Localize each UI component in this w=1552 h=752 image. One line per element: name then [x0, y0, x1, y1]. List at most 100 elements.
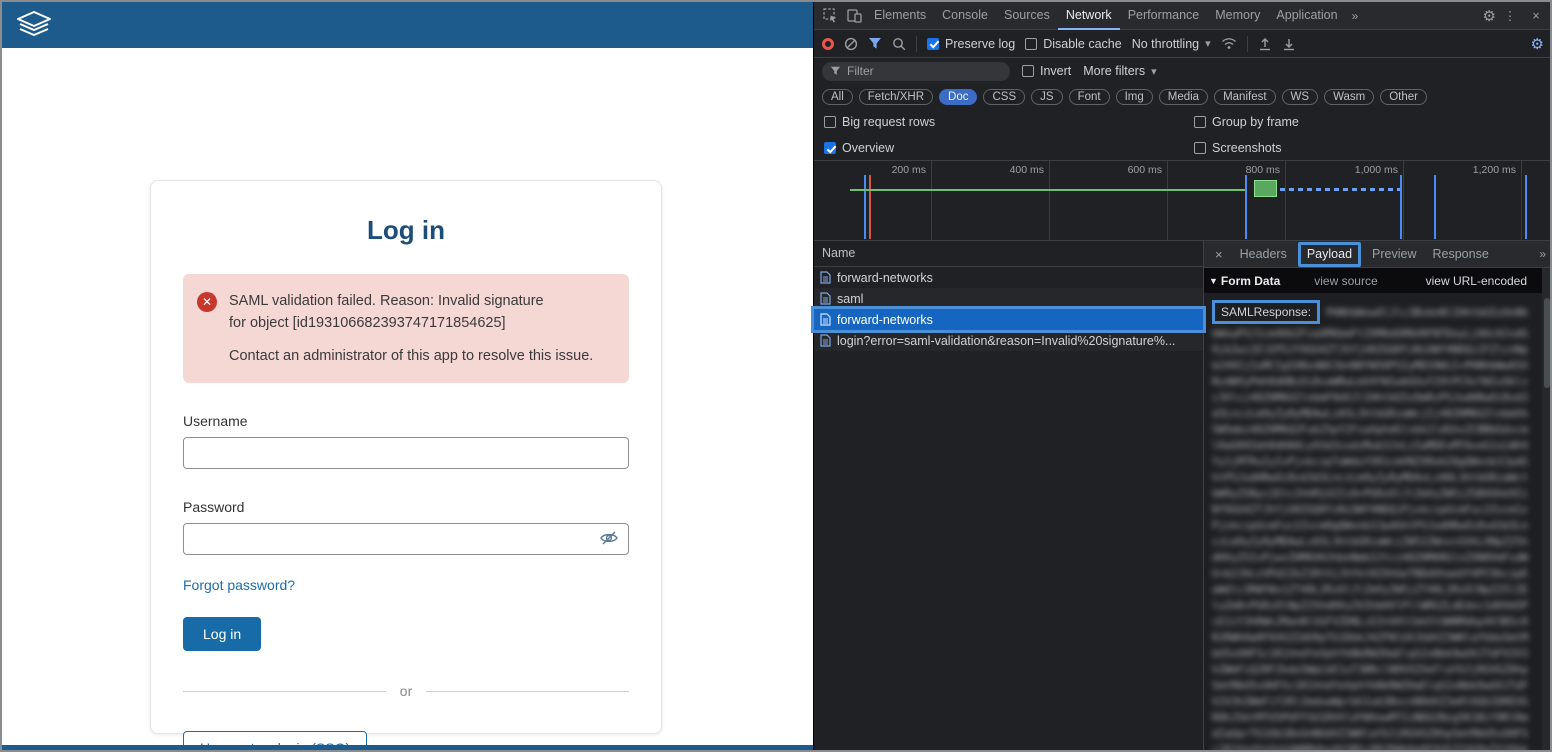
request-row-selected[interactable]: forward-networks: [811, 306, 1206, 333]
saml-response-key: SAMLResponse:: [1212, 300, 1321, 324]
details-scrollbar[interactable]: [1542, 268, 1550, 750]
throttling-value: No throttling: [1131, 36, 1200, 51]
tab-application[interactable]: Application: [1268, 2, 1345, 30]
preserve-log-checkbox[interactable]: [927, 37, 939, 50]
name-column-header[interactable]: Name: [814, 241, 1203, 267]
network-settings-gear-icon[interactable]: ⚙: [1531, 35, 1544, 53]
filter-input[interactable]: [847, 64, 1002, 78]
settings-gear-icon[interactable]: ⚙: [1483, 7, 1496, 25]
chip-wasm[interactable]: Wasm: [1324, 88, 1375, 105]
devtools-panel: Elements Console Sources Network Perform…: [811, 2, 1550, 750]
filter-icon[interactable]: [868, 37, 882, 50]
request-name: saml: [837, 291, 864, 306]
details-tabbar: × Headers Payload Preview Response »: [1204, 241, 1550, 268]
error-icon: ✕: [197, 292, 217, 312]
toolbar-divider: [916, 35, 917, 52]
triangle-expanded-icon[interactable]: ▼: [1206, 276, 1221, 286]
details-tab-headers[interactable]: Headers: [1232, 241, 1295, 268]
preserve-log-label: Preserve log: [945, 36, 1016, 51]
toggle-password-visibility-icon[interactable]: [599, 529, 619, 547]
view-source-link[interactable]: view source: [1314, 274, 1377, 288]
chip-ws[interactable]: WS: [1281, 88, 1319, 105]
details-tab-payload[interactable]: Payload: [1297, 241, 1362, 267]
chevron-down-icon: ▾: [1151, 65, 1157, 78]
forgot-password-link[interactable]: Forgot password?: [183, 577, 295, 593]
record-network-log-icon[interactable]: [822, 37, 834, 50]
forward-networks-logo: [17, 11, 51, 36]
document-icon: [820, 334, 831, 347]
request-row[interactable]: forward-networks: [814, 267, 1203, 288]
timeline-dcl-marker: [864, 175, 866, 239]
search-icon[interactable]: [892, 37, 906, 51]
chip-font[interactable]: Font: [1068, 88, 1110, 105]
view-url-encoded-link[interactable]: view URL-encoded: [1426, 274, 1527, 288]
chevron-down-icon: ▾: [1205, 38, 1211, 50]
network-overview-timeline[interactable]: 200 ms 400 ms 600 ms 800 ms 1,000 ms 1,2…: [814, 161, 1550, 241]
disable-cache-checkbox[interactable]: [1025, 37, 1038, 50]
chip-doc[interactable]: Doc: [939, 88, 978, 105]
tab-memory[interactable]: Memory: [1207, 2, 1268, 30]
requests-list: forward-networks saml forward-networks l…: [811, 267, 1206, 351]
tab-sources[interactable]: Sources: [996, 2, 1058, 30]
disable-cache-label: Disable cache: [1043, 36, 1122, 51]
import-har-icon[interactable]: [1258, 37, 1272, 51]
options-row-1: Big request rows Group by frame: [814, 109, 1550, 135]
devtools-tabbar: Elements Console Sources Network Perform…: [814, 2, 1550, 30]
saml-response-value-blurred: PHNhbWxwOlJlc3BvbnNlIHhtbG5zOnNhbWxwPSJ1…: [1212, 307, 1529, 750]
timeline-tick: 200 ms: [814, 161, 932, 240]
chip-all[interactable]: All: [822, 88, 853, 105]
request-row[interactable]: saml: [814, 288, 1203, 309]
chip-img[interactable]: Img: [1115, 88, 1153, 105]
details-tab-response[interactable]: Response: [1425, 241, 1497, 268]
details-tab-preview[interactable]: Preview: [1364, 241, 1424, 268]
tab-console[interactable]: Console: [934, 2, 996, 30]
chip-css[interactable]: CSS: [983, 88, 1026, 105]
timeline-tick: 600 ms: [1050, 161, 1168, 240]
tab-performance[interactable]: Performance: [1120, 2, 1208, 30]
tab-elements[interactable]: Elements: [866, 2, 934, 30]
toolbar-divider: [1246, 35, 1248, 52]
invert-label: Invert: [1040, 64, 1072, 78]
network-conditions-icon[interactable]: [1221, 37, 1237, 50]
login-page: Log in ✕ SAML validation failed. Reason:…: [2, 2, 813, 750]
chip-fetch-xhr[interactable]: Fetch/XHR: [858, 88, 934, 105]
overview-checkbox[interactable]: [824, 142, 836, 154]
login-button[interactable]: Log in: [183, 617, 262, 652]
chip-other[interactable]: Other: [1380, 88, 1427, 105]
more-details-tabs-icon[interactable]: »: [1533, 247, 1550, 261]
timeline-tick: 400 ms: [932, 161, 1050, 240]
close-devtools-icon[interactable]: ×: [1524, 4, 1548, 28]
overview-label: Overview: [842, 141, 895, 155]
chip-manifest[interactable]: Manifest: [1214, 88, 1276, 105]
form-data-title: Form Data: [1220, 273, 1281, 288]
export-har-icon[interactable]: [1282, 37, 1296, 51]
invert-checkbox[interactable]: [1022, 65, 1034, 77]
or-text: or: [399, 683, 413, 700]
error-message: SAML validation failed. Reason: Invalid …: [229, 290, 593, 367]
big-request-rows-checkbox[interactable]: [824, 116, 836, 128]
more-filters-dropdown[interactable]: More filters ▾: [1083, 64, 1156, 78]
filter-row: Invert More filters ▾: [814, 58, 1550, 84]
timeline-event-line: [1525, 175, 1527, 239]
device-toolbar-icon[interactable]: [842, 4, 866, 28]
clear-network-log-icon[interactable]: [844, 37, 858, 51]
error-alert: ✕ SAML validation failed. Reason: Invali…: [183, 274, 629, 384]
tab-network[interactable]: Network: [1057, 2, 1120, 30]
close-details-icon[interactable]: ×: [1206, 247, 1232, 262]
inspect-element-icon[interactable]: [818, 4, 842, 28]
scrollbar-thumb[interactable]: [1544, 298, 1550, 388]
chip-js[interactable]: JS: [1031, 88, 1063, 105]
request-row[interactable]: login?error=saml-validation&reason=Inval…: [814, 330, 1203, 351]
password-input[interactable]: [183, 523, 629, 556]
kebab-menu-icon[interactable]: ⋮: [1498, 4, 1522, 28]
throttling-dropdown[interactable]: No throttling ▾: [1132, 37, 1211, 51]
username-input[interactable]: [183, 437, 629, 470]
timeline-tick: 1,000 ms: [1286, 161, 1404, 240]
group-by-frame-checkbox[interactable]: [1194, 116, 1206, 128]
request-name: forward-networks: [837, 270, 933, 285]
chip-media[interactable]: Media: [1158, 88, 1209, 105]
more-tabs-icon[interactable]: »: [1346, 9, 1365, 23]
screenshots-checkbox[interactable]: [1194, 142, 1206, 154]
password-label: Password: [183, 499, 245, 516]
request-type-filters: All Fetch/XHR Doc CSS JS Font Img Media …: [814, 84, 1550, 109]
